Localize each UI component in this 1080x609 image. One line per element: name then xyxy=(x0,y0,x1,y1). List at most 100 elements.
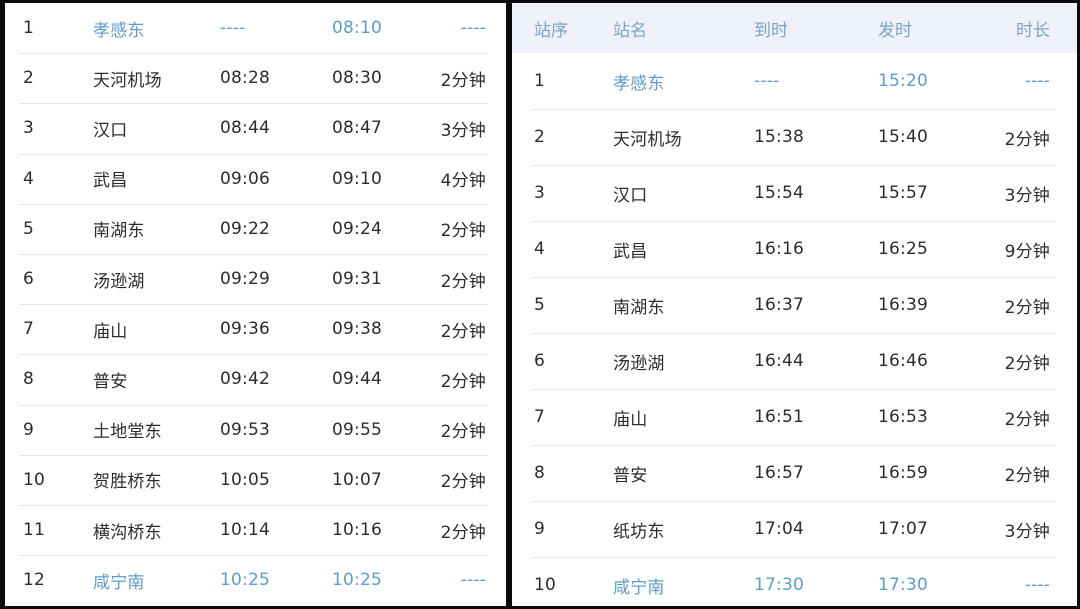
arrive-time-cell: 16:44 xyxy=(754,351,804,371)
left-schedule-table: 1 孝感东 ---- 08:10 ---- 2 天河机场 08:28 08:30 2分钟 3 汉口 08… xyxy=(5,3,506,606)
seq-cell: 3 xyxy=(23,118,35,139)
table-row[interactable]: 1 孝感东 ---- 15:20 ---- xyxy=(512,53,1077,109)
duration-cell: ---- xyxy=(460,18,486,38)
depart-time-cell: 16:39 xyxy=(878,295,928,315)
seq-cell: 12 xyxy=(23,570,46,591)
left-schedule-panel: 1 孝感东 ---- 08:10 ---- 2 天河机场 08:28 08:30 2分钟 3 汉口 08… xyxy=(5,3,506,606)
depart-time-cell: 16:46 xyxy=(878,351,928,371)
table-row[interactable]: 8 普安 09:42 09:44 2分钟 xyxy=(5,354,506,404)
depart-time-cell: 10:16 xyxy=(332,520,382,540)
depart-time-cell: 16:25 xyxy=(878,239,928,259)
table-row[interactable]: 3 汉口 15:54 15:57 3分钟 xyxy=(512,165,1077,221)
duration-cell: 2分钟 xyxy=(440,522,486,543)
table-row[interactable]: 2 天河机场 15:38 15:40 2分钟 xyxy=(512,109,1077,165)
station-cell: 南湖东 xyxy=(93,221,145,242)
duration-cell: 2分钟 xyxy=(440,422,486,443)
duration-cell: ---- xyxy=(1024,575,1050,595)
header-arrive: 到时 xyxy=(754,20,788,41)
header-seq: 站序 xyxy=(534,20,568,41)
duration-cell: 3分钟 xyxy=(1004,185,1050,206)
arrive-time-cell: 08:44 xyxy=(220,118,270,139)
arrive-time-cell: 17:30 xyxy=(754,575,804,595)
seq-cell: 8 xyxy=(534,463,546,483)
depart-time-cell: 09:55 xyxy=(332,419,382,440)
table-row[interactable]: 10 咸宁南 17:30 17:30 ---- xyxy=(512,557,1077,606)
arrive-time-cell: 09:22 xyxy=(220,218,270,239)
depart-time-cell: 09:10 xyxy=(332,168,382,189)
station-cell: 孝感东 xyxy=(93,20,145,41)
duration-cell: 2分钟 xyxy=(440,472,486,493)
duration-cell: ---- xyxy=(460,570,486,591)
duration-cell: 2分钟 xyxy=(1004,129,1050,150)
duration-cell: 9分钟 xyxy=(1004,241,1050,262)
table-row[interactable]: 12 咸宁南 10:25 10:25 ---- xyxy=(5,555,506,605)
table-row[interactable]: 4 武昌 09:06 09:10 4分钟 xyxy=(5,154,506,204)
table-row[interactable]: 9 土地堂东 09:53 09:55 2分钟 xyxy=(5,405,506,455)
seq-cell: 7 xyxy=(534,407,546,427)
station-cell: 咸宁南 xyxy=(613,577,665,598)
duration-cell: 4分钟 xyxy=(440,171,486,192)
arrive-time-cell: 09:06 xyxy=(220,168,270,189)
arrive-time-cell: 17:04 xyxy=(754,519,804,539)
seq-cell: 9 xyxy=(23,419,35,440)
duration-cell: 2分钟 xyxy=(440,70,486,91)
depart-time-cell: 16:53 xyxy=(878,407,928,427)
depart-time-cell: 08:47 xyxy=(332,118,382,139)
seq-cell: 2 xyxy=(534,127,546,147)
header-duration: 时长 xyxy=(1016,20,1050,41)
station-cell: 武昌 xyxy=(613,241,648,262)
table-row[interactable]: 7 庙山 09:36 09:38 2分钟 xyxy=(5,304,506,354)
duration-cell: 2分钟 xyxy=(440,371,486,392)
station-cell: 普安 xyxy=(613,465,648,486)
depart-time-cell: 08:30 xyxy=(332,68,382,89)
seq-cell: 4 xyxy=(23,168,35,189)
table-row[interactable]: 5 南湖东 09:22 09:24 2分钟 xyxy=(5,204,506,254)
right-schedule-table: 站序 站名 到时 发时 时长 1 孝感东 ---- 15:20 ---- 2 天河机场 15:… xyxy=(512,3,1077,606)
station-cell: 汤逊湖 xyxy=(93,271,145,292)
table-row[interactable]: 6 汤逊湖 16:44 16:46 2分钟 xyxy=(512,333,1077,389)
arrive-time-cell: 16:37 xyxy=(754,295,804,315)
seq-cell: 6 xyxy=(23,269,35,289)
station-cell: 武昌 xyxy=(93,171,128,192)
depart-time-cell: 09:31 xyxy=(332,269,382,289)
table-row[interactable]: 6 汤逊湖 09:29 09:31 2分钟 xyxy=(5,254,506,304)
seq-cell: 11 xyxy=(23,520,46,540)
table-row[interactable]: 11 横沟桥东 10:14 10:16 2分钟 xyxy=(5,505,506,555)
station-cell: 汉口 xyxy=(93,120,128,141)
depart-time-cell: 10:07 xyxy=(332,469,382,490)
header-depart: 发时 xyxy=(878,20,912,41)
table-row[interactable]: 3 汉口 08:44 08:47 3分钟 xyxy=(5,103,506,153)
arrive-time-cell: 08:28 xyxy=(220,68,270,89)
arrive-time-cell: 09:42 xyxy=(220,369,270,390)
table-row[interactable]: 5 南湖东 16:37 16:39 2分钟 xyxy=(512,277,1077,333)
table-row[interactable]: 8 普安 16:57 16:59 2分钟 xyxy=(512,445,1077,501)
depart-time-cell: 08:10 xyxy=(332,18,382,38)
depart-time-cell: 17:30 xyxy=(878,575,928,595)
seq-cell: 5 xyxy=(534,295,546,315)
depart-time-cell: 10:25 xyxy=(332,570,382,591)
seq-cell: 10 xyxy=(534,575,557,595)
station-cell: 土地堂东 xyxy=(93,422,162,443)
table-header: 站序 站名 到时 发时 时长 xyxy=(512,3,1077,53)
table-row[interactable]: 4 武昌 16:16 16:25 9分钟 xyxy=(512,221,1077,277)
station-cell: 南湖东 xyxy=(613,297,665,318)
duration-cell: 3分钟 xyxy=(1004,521,1050,542)
station-cell: 庙山 xyxy=(613,409,648,430)
seq-cell: 1 xyxy=(23,18,35,38)
table-row[interactable]: 9 纸坊东 17:04 17:07 3分钟 xyxy=(512,501,1077,557)
seq-cell: 7 xyxy=(23,319,35,340)
duration-cell: 3分钟 xyxy=(440,120,486,141)
seq-cell: 1 xyxy=(534,71,546,91)
arrive-time-cell: 16:57 xyxy=(754,463,804,483)
table-row[interactable]: 1 孝感东 ---- 08:10 ---- xyxy=(5,3,506,53)
station-cell: 贺胜桥东 xyxy=(93,472,162,493)
station-cell: 咸宁南 xyxy=(93,572,145,593)
seq-cell: 3 xyxy=(534,183,546,203)
table-row[interactable]: 2 天河机场 08:28 08:30 2分钟 xyxy=(5,53,506,103)
depart-time-cell: 09:44 xyxy=(332,369,382,390)
duration-cell: 2分钟 xyxy=(1004,353,1050,374)
arrive-time-cell: 15:54 xyxy=(754,183,804,203)
table-row[interactable]: 7 庙山 16:51 16:53 2分钟 xyxy=(512,389,1077,445)
table-row[interactable]: 10 贺胜桥东 10:05 10:07 2分钟 xyxy=(5,455,506,505)
station-cell: 汤逊湖 xyxy=(613,353,665,374)
